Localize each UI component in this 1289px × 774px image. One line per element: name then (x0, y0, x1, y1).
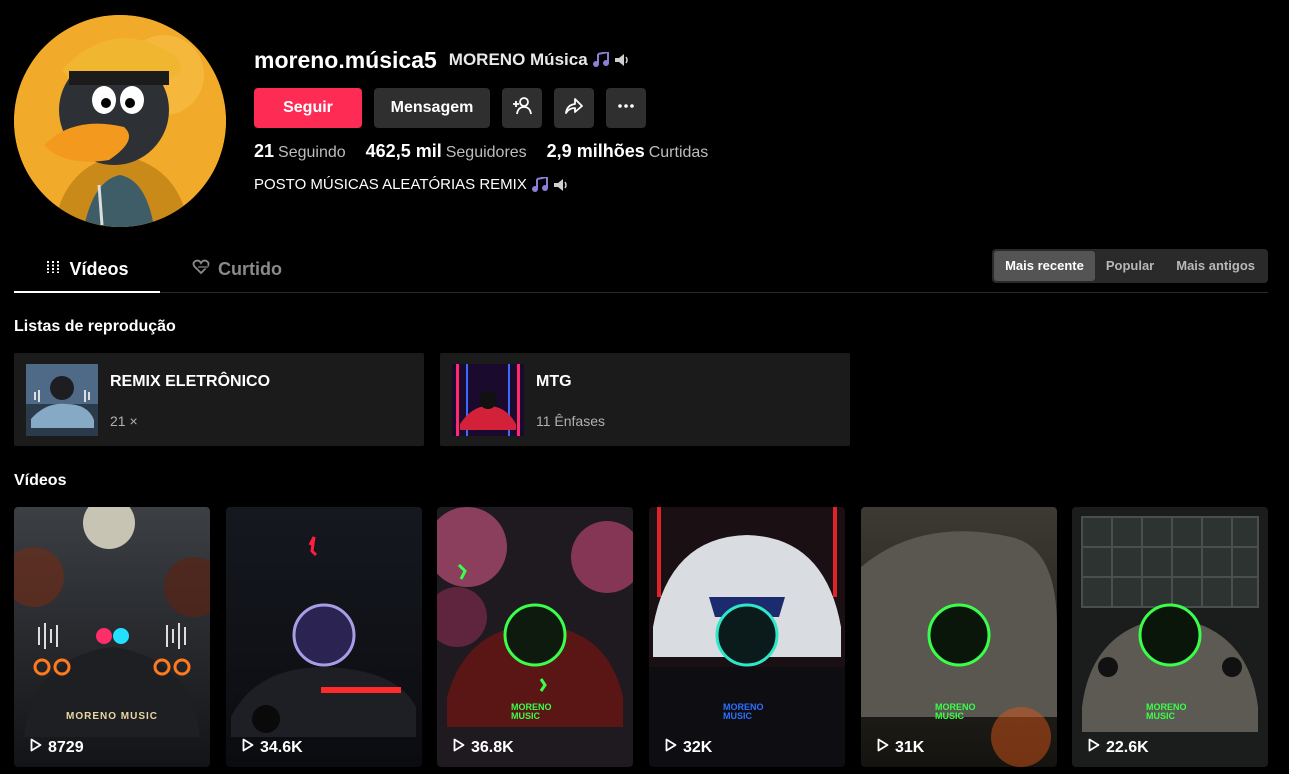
video-watermark: MORENO MUSIC (66, 711, 158, 722)
video-card[interactable]: MORENO MUSIC 32K (649, 507, 845, 767)
profile-stats: 21 Seguindo 462,5 mil Seguidores 2,9 milhõ… (254, 141, 708, 162)
following-label: Seguindo (278, 144, 346, 161)
nickname: MORENO Música (449, 50, 630, 70)
playlist-card[interactable]: REMIX ELETRÔNICO 21 × (14, 353, 424, 446)
play-icon (877, 738, 889, 757)
view-count: 32K (683, 738, 713, 756)
username: moreno.música5 (254, 46, 437, 73)
likes-count: 2,9 milhões (546, 141, 645, 161)
nickname-text: MORENO Música (448, 50, 588, 69)
followers-count: 462,5 mil (365, 141, 442, 161)
playlist-thumbnail (26, 364, 98, 436)
more-options-button[interactable] (606, 88, 646, 128)
play-icon (1088, 738, 1100, 757)
add-user-icon (512, 96, 532, 121)
playlist-thumbnail (452, 364, 524, 436)
tab-videos-label: Vídeos (69, 259, 129, 279)
play-icon (453, 738, 465, 757)
suggested-accounts-button[interactable] (502, 88, 542, 128)
video-thumbnail (1072, 507, 1268, 767)
liked-heart-icon (192, 259, 210, 280)
speaker-icon (614, 53, 630, 67)
following-count: 21 (254, 141, 275, 161)
playlist-count: 21 × (110, 413, 138, 429)
followers-label: Seguidores (445, 144, 527, 161)
video-thumbnail (437, 507, 633, 767)
video-thumbnail (649, 507, 845, 767)
video-watermark: MORENO MUSIC (723, 702, 764, 721)
music-notes-icon (531, 176, 549, 193)
speaker-icon (553, 178, 569, 192)
view-count: 22.6K (1106, 738, 1149, 756)
music-notes-icon (592, 52, 610, 68)
video-thumbnail (861, 507, 1057, 767)
avatar[interactable] (14, 15, 226, 227)
play-icon (242, 738, 254, 757)
video-views: 22.6K (1088, 738, 1149, 757)
view-count: 34.6K (260, 738, 303, 756)
tab-liked[interactable]: Curtido (192, 248, 282, 291)
video-card[interactable]: 34.6K (226, 507, 422, 767)
video-views: 8729 (30, 738, 84, 757)
likes-stat: 2,9 milhões Curtidas (547, 141, 709, 162)
playlist-count: 11 Ênfases (536, 413, 606, 429)
tab-liked-label: Curtido (218, 259, 282, 279)
likes-label: Curtidas (648, 144, 709, 161)
play-icon (665, 738, 677, 757)
video-thumbnail (14, 507, 210, 767)
view-count: 36.8K (471, 738, 514, 756)
view-count: 8729 (48, 738, 84, 756)
playlist-card[interactable]: MTG 11 Ênfases (440, 353, 850, 446)
video-views: 31K (877, 738, 924, 757)
video-views: 32K (665, 738, 712, 757)
playlist-name: MTG (536, 373, 572, 390)
video-watermark: MORENO MUSIC (1146, 702, 1187, 721)
video-views: 36.8K (453, 738, 514, 757)
video-card[interactable]: MORENO MUSIC 31K (861, 507, 1057, 767)
video-card[interactable]: MORENO MUSIC 22.6K (1072, 507, 1268, 767)
bio-text: POSTO MÚSICAS ALEATÓRIAS REMIX (254, 176, 527, 193)
playlists-heading: Listas de reprodução (14, 318, 176, 335)
sort-popular-button[interactable]: Popular (1095, 251, 1165, 281)
sort-toggle: Mais recente Popular Mais antigos (992, 249, 1268, 283)
video-card[interactable]: MORENO MUSIC 8729 (14, 507, 210, 767)
sort-latest-button[interactable]: Mais recente (994, 251, 1095, 281)
video-views: 34.6K (242, 738, 303, 757)
following-stat[interactable]: 21 Seguindo (254, 141, 346, 162)
tab-videos[interactable]: Vídeos (14, 248, 160, 293)
sort-oldest-button[interactable]: Mais antigos (1165, 251, 1266, 281)
bio: POSTO MÚSICAS ALEATÓRIAS REMIX (254, 176, 569, 193)
share-icon (564, 96, 584, 121)
grid-icon (45, 259, 61, 280)
videos-heading: Vídeos (14, 472, 67, 489)
profile-tabs: Vídeos Curtido Mais recente Popular Mais… (14, 248, 1268, 293)
video-watermark: MORENO MUSIC (935, 702, 976, 721)
more-icon (616, 96, 636, 121)
message-button[interactable]: Mensagem (374, 88, 490, 128)
follow-button[interactable]: Seguir (254, 88, 362, 128)
playlist-name: REMIX ELETRÔNICO (110, 373, 271, 390)
share-button[interactable] (554, 88, 594, 128)
followers-stat[interactable]: 462,5 mil Seguidores (366, 141, 527, 162)
view-count: 31K (895, 738, 925, 756)
video-watermark: MORENO MUSIC (511, 702, 552, 721)
video-thumbnail (226, 507, 422, 767)
video-card[interactable]: MORENO MUSIC 36.8K (437, 507, 633, 767)
play-icon (30, 738, 42, 757)
